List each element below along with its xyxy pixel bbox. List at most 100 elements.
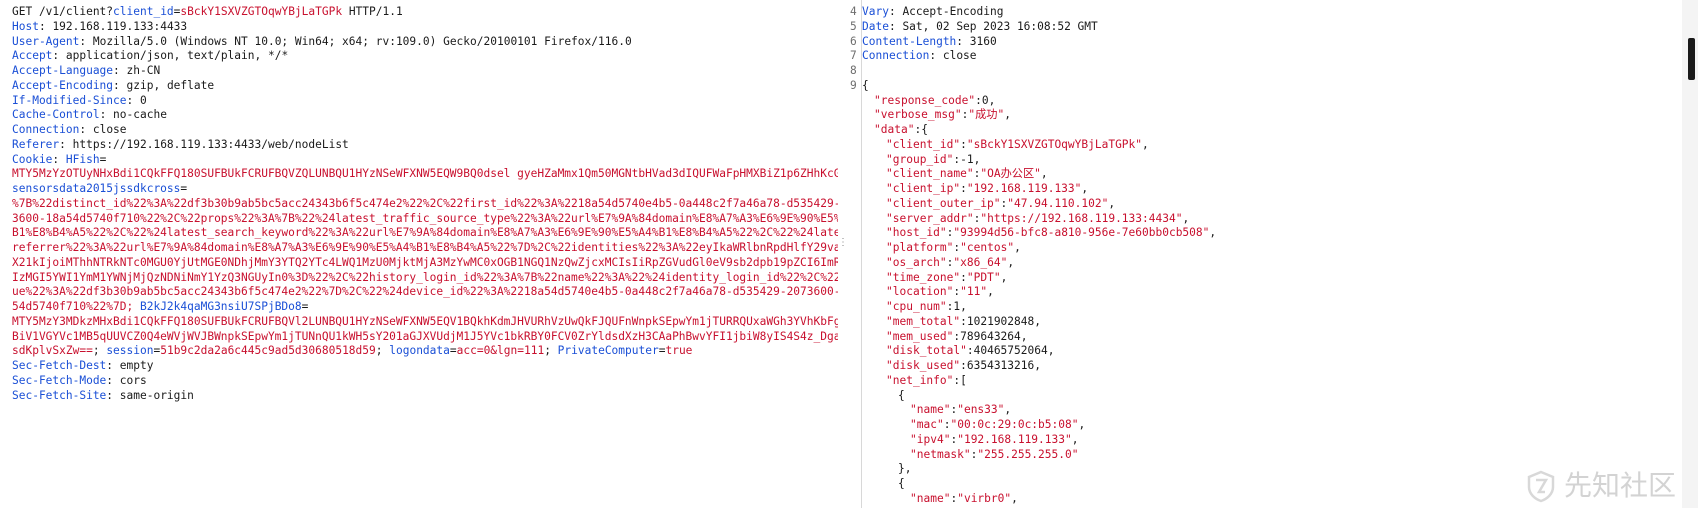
cookie-line: 3600-18a54d5740f710%22%2C%22props%22%3A%… <box>12 212 838 227</box>
header-name: Sec-Fetch-Site <box>12 388 107 402</box>
json-quote: " <box>939 255 947 269</box>
json-punct: , <box>1020 329 1028 343</box>
json-value: 93994d56-bfc8-a810-956e-7e60bb0cb508 <box>960 226 1203 240</box>
json-key: client_outer_ip <box>892 196 994 210</box>
json-value: OA办公区 <box>987 167 1035 181</box>
json-key: data <box>880 123 908 136</box>
json-key: client_ip <box>892 182 954 195</box>
json-quote: " <box>966 211 974 225</box>
json-quote: " <box>886 314 893 328</box>
header-name: Connection <box>862 49 930 63</box>
json-punct: , <box>988 93 996 107</box>
response-viewer[interactable]: 4 Vary: Accept-Encoding 5 Date: Sat, 02 Sep… <box>850 0 1682 508</box>
json-quote: " <box>886 373 893 387</box>
json-key: response_code <box>880 93 969 107</box>
header-separator: : <box>113 78 127 92</box>
header-separator: : <box>126 93 140 107</box>
vertical-scrollbar[interactable] <box>1682 0 1698 508</box>
json-punct: , <box>1000 270 1008 284</box>
header-line: Sec-Fetch-Mode: cors <box>12 374 838 389</box>
json-key: client_id <box>892 137 954 151</box>
json-key: time_zone <box>892 270 954 284</box>
header-line: Host: 192.168.119.133:4433 <box>12 20 838 35</box>
cookie-line: IzMGI5YWI1YmM1YWNjMjQzNDNiNmY1YzQ3NGUyIn… <box>12 271 838 286</box>
json-value: centos <box>966 241 1008 254</box>
json-quote: " <box>960 285 967 299</box>
json-key: name <box>916 491 944 505</box>
header-line: Referer: https://192.168.119.133:4433/we… <box>12 138 838 153</box>
pane-resize-grip[interactable]: ⋮ <box>838 236 848 251</box>
json-key: location <box>892 285 947 299</box>
json-punct: , <box>1182 211 1190 225</box>
header-line: Accept-Language: zh-CN <box>12 64 838 79</box>
json-punct: , <box>1081 182 1089 195</box>
cookie-line: MTY5MzY3MDkzMHxBdi1CQkFFQ180SUFBUkFCRUFB… <box>12 315 838 330</box>
line-number: 6 <box>850 34 857 48</box>
header-name: If-Modified-Since <box>12 93 127 107</box>
json-quote: " <box>960 241 967 254</box>
cookie-line: %7B%22distinct_id%22%3A%22df3b30b9ab5bc5… <box>12 197 838 212</box>
json-value: -1 <box>960 152 974 166</box>
json-quote: " <box>957 491 964 505</box>
response-headers: 4 Vary: Accept-Encoding 5 Date: Sat, 02 Sep… <box>850 5 1682 79</box>
json-key: server_addr <box>892 211 967 225</box>
json-punct: , <box>1142 137 1149 151</box>
header-separator: : <box>79 123 93 136</box>
header-separator: : <box>99 108 114 122</box>
json-line: "client_id":"sBckY1SXVZGTOqwYBjLaTGPk", <box>862 138 1682 153</box>
scrollbar-thumb[interactable] <box>1688 38 1695 80</box>
json-quote: " <box>960 344 967 358</box>
json-quote: " <box>957 432 964 446</box>
cookie-header-label: Cookie: HFish= <box>12 152 107 166</box>
json-value: 192.168.119.133 <box>973 182 1075 195</box>
json-line: "mac":"00:0c:29:0c:b5:08", <box>862 418 1682 433</box>
json-colon: : <box>975 93 982 107</box>
json-punct: , <box>1209 226 1217 240</box>
json-quote: " <box>886 167 893 181</box>
json-quote: " <box>910 447 917 461</box>
json-colon: : <box>966 344 974 358</box>
json-value: virbr0 <box>963 491 1005 505</box>
response-json-body: "response_code":0, "verbose_msg":"成功", "da… <box>850 94 1682 507</box>
response-header-line: 5 Date: Sat, 02 Sep 2023 16:08:52 GMT <box>850 20 1682 35</box>
json-punct: { <box>921 123 928 136</box>
json-value: 255.255.255.0 <box>984 447 1072 461</box>
cookie-line: 54d5740f710%22%7D; B2kJ2k4qaMG3nsiU7SPjB… <box>12 300 838 315</box>
json-value: sBckY1SXVZGTOqwYBjLaTGPk <box>973 137 1136 151</box>
json-line: "ipv4":"192.168.119.133", <box>862 433 1682 448</box>
header-value: close <box>942 49 977 63</box>
header-separator: : <box>113 64 127 77</box>
request-editor[interactable]: GET /v1/client?client_id=sBckY1SXVZGTOqw… <box>0 0 838 508</box>
cookie-value: %7B%22distinct_id%22%3A%22df3b30b9ab5bc5… <box>12 196 838 210</box>
json-quote: " <box>939 300 947 313</box>
header-line: Accept-Encoding: gzip, deflate <box>12 79 838 94</box>
json-quote: " <box>966 270 974 284</box>
json-quote: " <box>886 359 893 372</box>
json-key: os_arch <box>892 255 940 269</box>
json-punct: , <box>973 152 981 166</box>
json-line: "net_info":[ <box>862 374 1682 389</box>
cookie-name: PrivateComputer <box>557 344 659 358</box>
json-quote: " <box>886 152 893 166</box>
json-line: "mem_used":789643264, <box>862 330 1682 345</box>
json-key: mem_total <box>892 314 954 328</box>
json-line: "group_id":-1, <box>862 153 1682 168</box>
cookie-value: X21kIjoiMThhNTRkNTc0MGU0YjUtMGE0NDhjMmY3… <box>12 255 838 269</box>
header-value: https://192.168.119.133:4433/web/nodeLis… <box>72 137 349 151</box>
request-trailing-headers: Sec-Fetch-Dest: empty Sec-Fetch-Mode: cor… <box>12 359 838 403</box>
json-quote: " <box>939 226 947 240</box>
json-punct: , <box>1004 108 1011 122</box>
json-quote: " <box>886 182 893 195</box>
json-punct: { <box>898 477 905 490</box>
json-line: "client_name":"OA办公区", <box>862 167 1682 182</box>
line-number: 8 <box>850 64 857 77</box>
json-line: "cpu_num":1, <box>862 300 1682 315</box>
json-colon: : <box>960 359 967 372</box>
header-name: Host <box>12 19 39 33</box>
header-value: Accept-Encoding <box>902 5 1004 18</box>
json-quote: " <box>874 123 881 136</box>
cookie-name: B2kJ2k4qaMG3nsiU7SPjBDo8 <box>139 300 302 313</box>
json-line: { <box>862 389 1682 404</box>
json-value: 789643264 <box>960 329 1021 343</box>
json-key: host_id <box>892 226 940 240</box>
